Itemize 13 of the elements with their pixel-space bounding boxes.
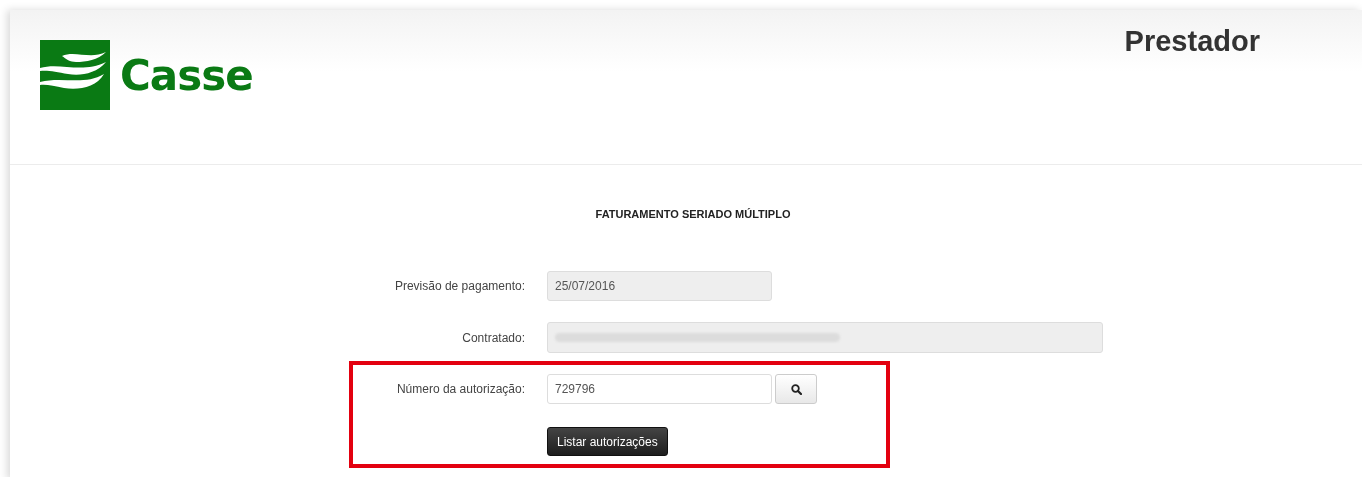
field-label: Contratado: xyxy=(461,330,525,345)
input-field[interactable]: 729796 xyxy=(547,374,772,404)
input-field[interactable]: 25/07/2016 xyxy=(547,271,772,301)
field-label: Número da autorização: xyxy=(395,382,525,396)
field-label: Previsão de pagamento: xyxy=(393,279,525,293)
input-field[interactable] xyxy=(547,322,1103,353)
search-button[interactable] xyxy=(775,374,817,404)
search-icon xyxy=(790,383,802,395)
list-button[interactable]: Listar autorizações xyxy=(547,427,668,456)
logo-icon xyxy=(40,40,110,110)
brand-name: Casse xyxy=(120,50,253,100)
section-title: Prestador xyxy=(1124,25,1260,58)
form-title: FATURAMENTO SERIADO MÚLTIPLO xyxy=(594,207,792,221)
